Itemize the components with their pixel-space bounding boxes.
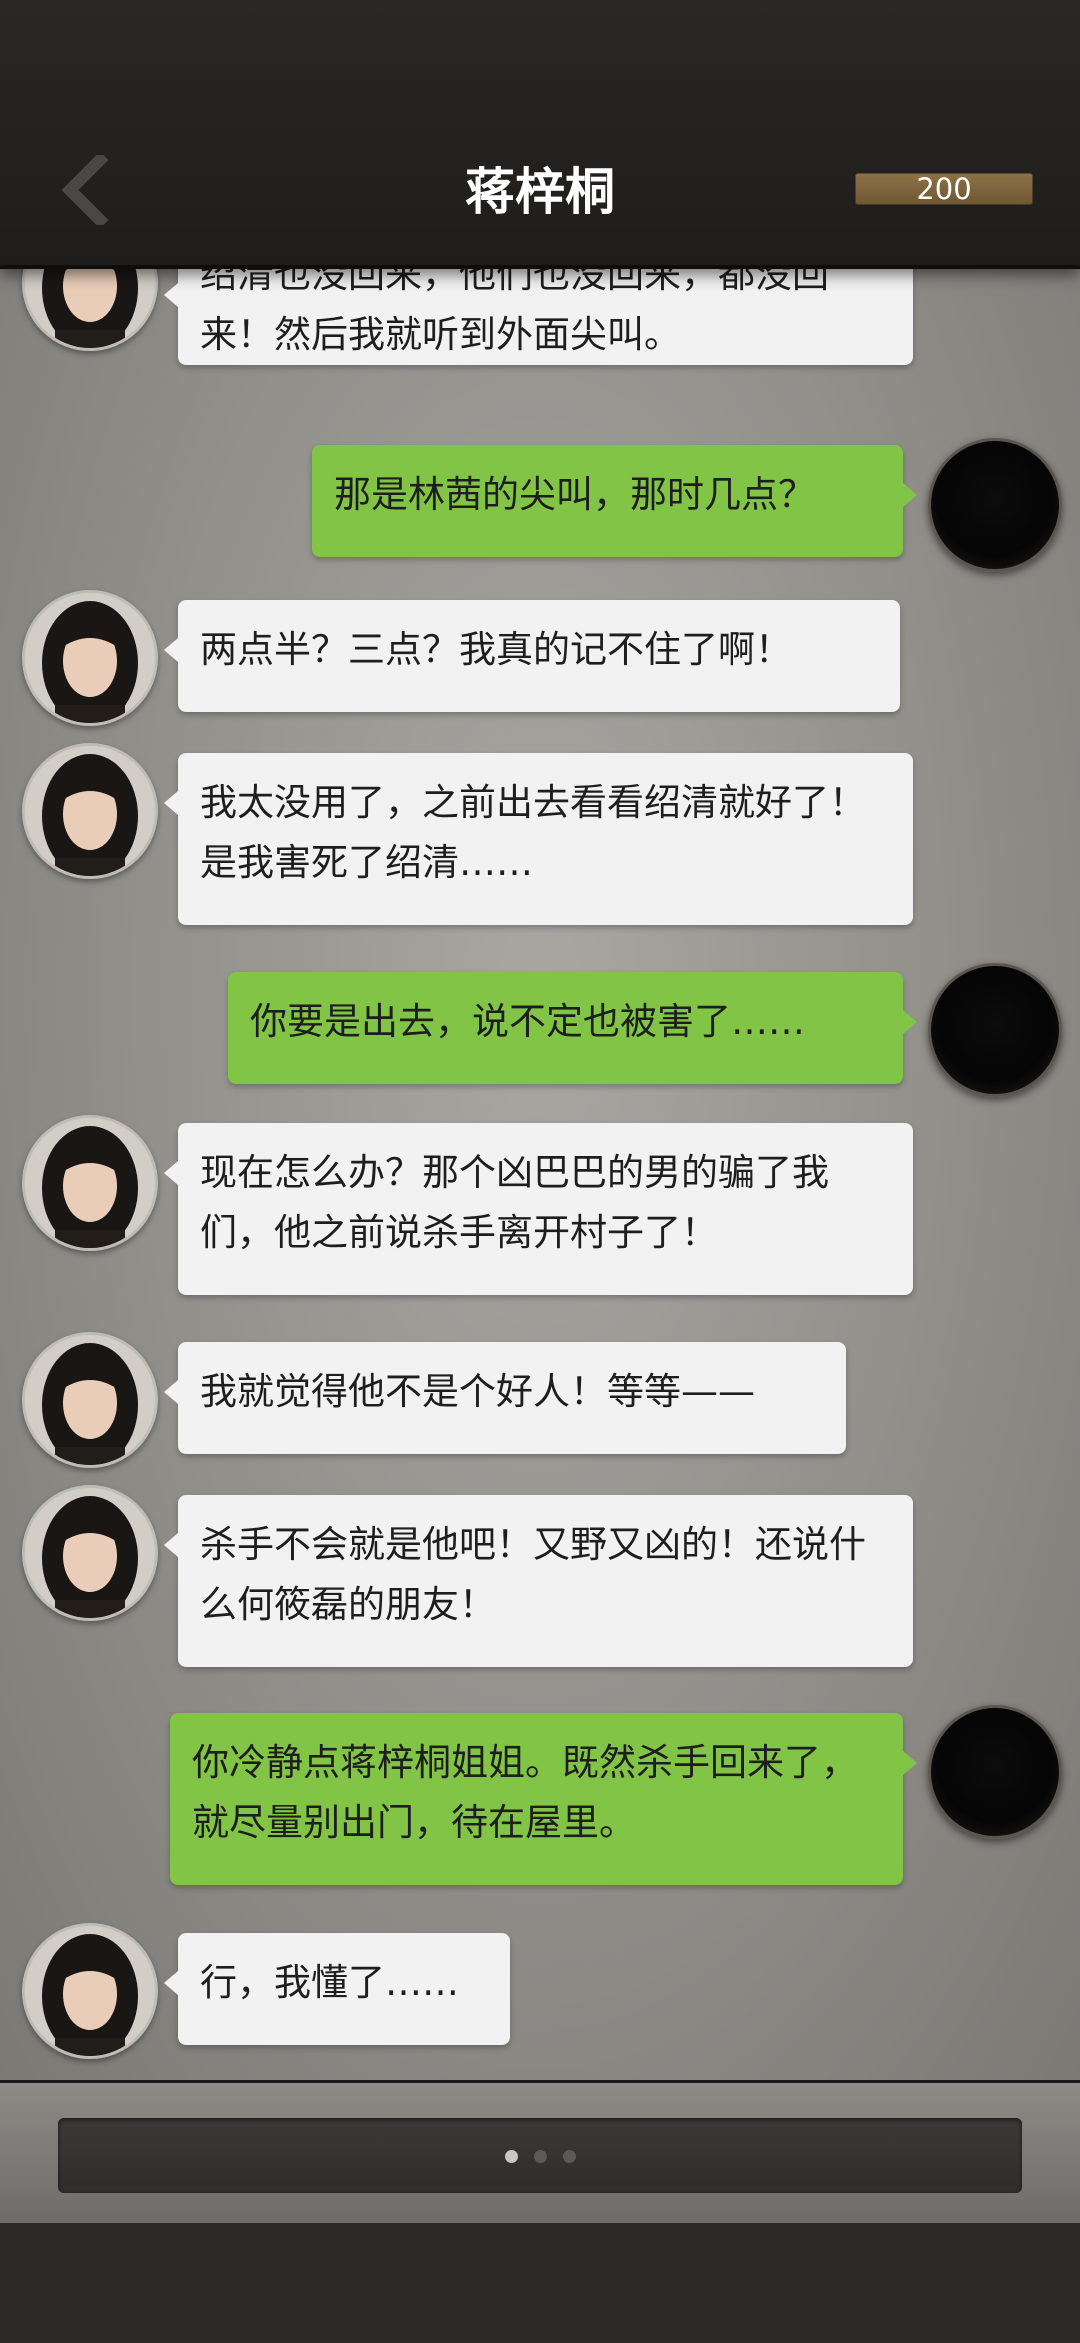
page-indicator	[58, 2150, 1022, 2163]
player-avatar[interactable]	[928, 1705, 1062, 1839]
contact-avatar[interactable]	[22, 1923, 158, 2059]
player-avatar[interactable]	[928, 963, 1062, 1097]
woman-portrait-icon	[25, 593, 155, 723]
page-dot-1	[504, 2150, 518, 2163]
contact-avatar[interactable]	[22, 1485, 158, 1621]
message-bubble-right[interactable]: 你冷静点蒋梓桐姐姐。既然杀手回来了，就尽量别出门，待在屋里。	[170, 1713, 917, 1885]
reply-panel	[0, 2083, 1080, 2223]
woman-portrait-icon	[25, 1335, 155, 1465]
contact-avatar[interactable]	[22, 743, 158, 879]
message-bubble-left[interactable]: 绍清也没回来，他们也没回来，都没回来！然后我就听到外面尖叫。	[164, 265, 913, 365]
contact-avatar[interactable]	[22, 265, 158, 351]
contact-avatar[interactable]	[22, 1332, 158, 1468]
page-dot-2	[533, 2150, 547, 2163]
message-bubble-right[interactable]: 那是林茜的尖叫，那时几点？	[312, 445, 917, 557]
message-bubble-left[interactable]: 杀手不会就是他吧！又野又凶的！还说什么何筱磊的朋友！	[164, 1495, 913, 1667]
contact-avatar[interactable]	[22, 590, 158, 726]
top-bar: 蒋梓桐 200	[0, 0, 1080, 269]
woman-portrait-icon	[25, 746, 155, 876]
message-bubble-left[interactable]: 行，我懂了……	[164, 1933, 510, 2045]
reply-options-bar[interactable]	[58, 2118, 1022, 2193]
contact-avatar[interactable]	[22, 1115, 158, 1251]
coin-counter: 200	[855, 173, 1033, 205]
message-bubble-left[interactable]: 我太没用了，之前出去看看绍清就好了！是我害死了绍清……	[164, 753, 913, 925]
woman-portrait-icon	[25, 265, 155, 348]
player-avatar[interactable]	[928, 438, 1062, 572]
message-bubble-left[interactable]: 两点半？三点？我真的记不住了啊！	[164, 600, 900, 712]
woman-portrait-icon	[25, 1488, 155, 1618]
woman-portrait-icon	[25, 1118, 155, 1248]
message-bubble-left[interactable]: 我就觉得他不是个好人！等等——	[164, 1342, 846, 1454]
bottom-bar	[0, 2080, 1080, 2343]
message-bubble-right[interactable]: 你要是出去，说不定也被害了……	[228, 972, 917, 1084]
message-bubble-left[interactable]: 现在怎么办？那个凶巴巴的男的骗了我们，他之前说杀手离开村子了！	[164, 1123, 913, 1295]
page-dot-3	[562, 2150, 576, 2163]
woman-portrait-icon	[25, 1926, 155, 2056]
chat-area[interactable]: 绍清也没回来，他们也没回来，都没回来！然后我就听到外面尖叫。 那是林茜的尖叫，那…	[0, 265, 1080, 2080]
